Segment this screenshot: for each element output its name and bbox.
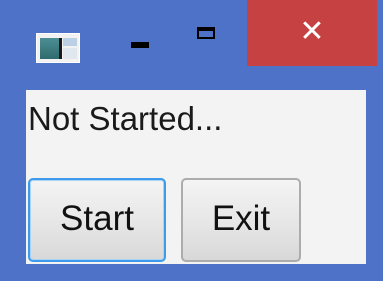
- start-button[interactable]: Start: [28, 178, 166, 262]
- app-window: ✕ Not Started... Start Exit: [0, 0, 383, 281]
- app-icon-pane: [63, 38, 77, 46]
- window-content: Not Started... Start Exit: [26, 90, 366, 264]
- close-icon: ✕: [299, 14, 325, 49]
- maximize-icon: [197, 27, 215, 39]
- application-window-icon[interactable]: [36, 33, 80, 63]
- minimize-icon: [131, 42, 149, 48]
- app-icon-pane: [40, 38, 59, 59]
- close-button[interactable]: ✕: [247, 0, 377, 66]
- status-label: Not Started...: [28, 100, 223, 137]
- exit-button[interactable]: Exit: [181, 178, 301, 262]
- maximize-button[interactable]: [180, 14, 236, 54]
- app-icon-divider: [59, 38, 62, 59]
- app-icon-pane: [63, 48, 77, 59]
- minimize-button[interactable]: [112, 20, 168, 60]
- title-bar[interactable]: ✕: [0, 0, 383, 90]
